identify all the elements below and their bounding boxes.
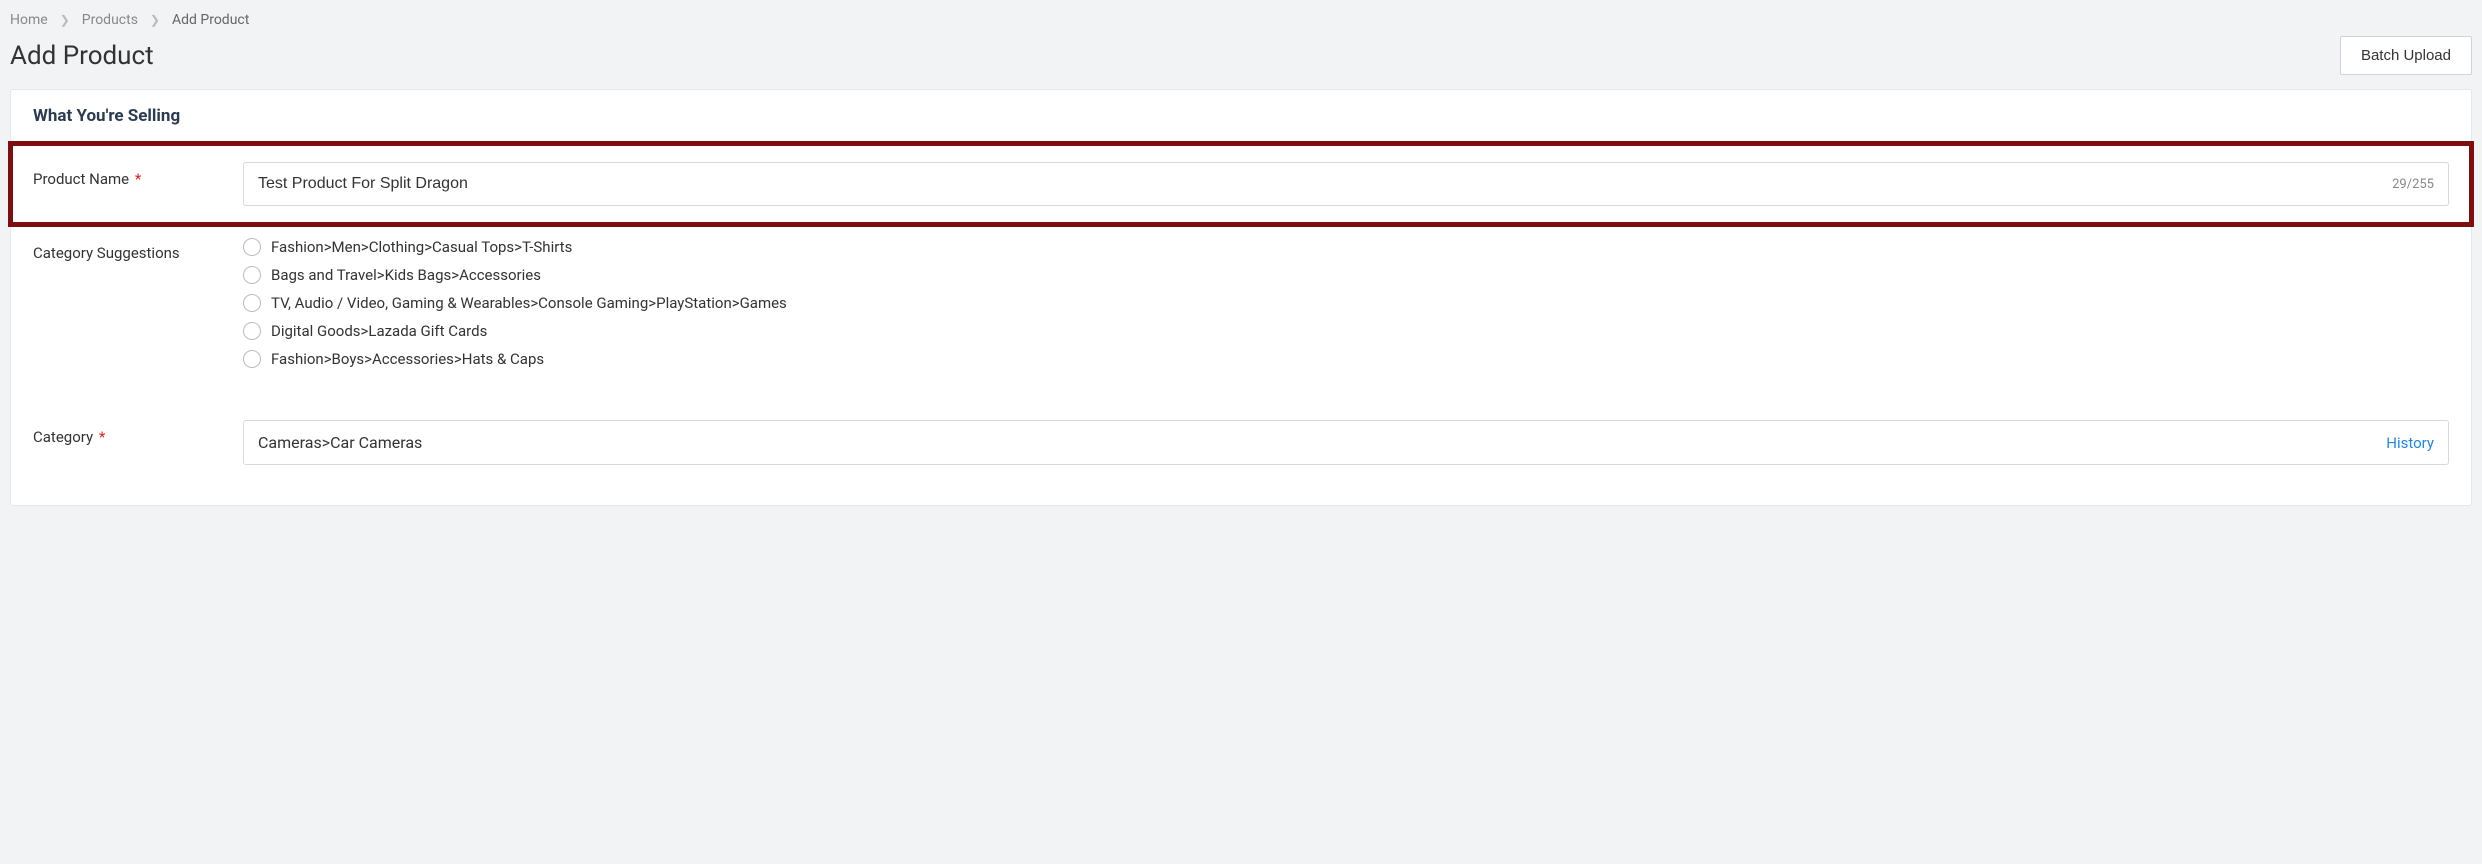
radio-icon: [243, 294, 261, 312]
category-suggestion-text: Digital Goods>Lazada Gift Cards: [271, 322, 487, 340]
category-suggestion-radio[interactable]: Bags and Travel>Kids Bags>Accessories: [243, 266, 2449, 284]
category-suggestion-radio[interactable]: Fashion>Men>Clothing>Casual Tops>T-Shirt…: [243, 238, 2449, 256]
radio-icon: [243, 350, 261, 368]
category-value: Cameras>Car Cameras: [244, 421, 2372, 464]
radio-icon: [243, 266, 261, 284]
product-name-row: Product Name * 29/255: [11, 144, 2471, 224]
category-suggestion-radio[interactable]: Digital Goods>Lazada Gift Cards: [243, 322, 2449, 340]
category-suggestions-label: Category Suggestions: [33, 236, 243, 262]
category-suggestion-radio[interactable]: TV, Audio / Video, Gaming & Wearables>Co…: [243, 294, 2449, 312]
product-name-char-count: 29/255: [2378, 177, 2448, 192]
history-link[interactable]: History: [2372, 434, 2448, 452]
product-name-input[interactable]: [244, 163, 2378, 205]
category-label-text: Category: [33, 428, 93, 446]
section-title: What You're Selling: [11, 90, 2471, 144]
breadcrumb-products[interactable]: Products: [82, 12, 138, 28]
breadcrumb-home[interactable]: Home: [10, 12, 48, 28]
category-suggestion-radio[interactable]: Fashion>Boys>Accessories>Hats & Caps: [243, 350, 2449, 368]
product-name-label-text: Product Name: [33, 170, 129, 188]
chevron-right-icon: ❯: [150, 13, 160, 27]
required-marker: *: [135, 170, 141, 188]
category-suggestion-text: Bags and Travel>Kids Bags>Accessories: [271, 266, 541, 284]
category-suggestion-text: Fashion>Boys>Accessories>Hats & Caps: [271, 350, 544, 368]
product-name-label: Product Name *: [33, 162, 243, 188]
page-title: Add Product: [10, 41, 154, 71]
what-youre-selling-panel: What You're Selling Product Name * 29/25…: [10, 89, 2472, 506]
category-suggestion-text: Fashion>Men>Clothing>Casual Tops>T-Shirt…: [271, 238, 572, 256]
product-name-input-wrap: 29/255: [243, 162, 2449, 206]
category-suggestions-row: Category Suggestions Fashion>Men>Clothin…: [33, 224, 2449, 380]
required-marker: *: [99, 428, 105, 446]
breadcrumb-add-product: Add Product: [172, 12, 249, 28]
category-suggestions-list: Fashion>Men>Clothing>Casual Tops>T-Shirt…: [243, 236, 2449, 368]
category-select[interactable]: Cameras>Car Cameras History: [243, 420, 2449, 465]
breadcrumb: Home ❯ Products ❯ Add Product: [10, 10, 2472, 32]
category-label: Category *: [33, 420, 243, 446]
category-row: Category * Cameras>Car Cameras History: [33, 408, 2449, 477]
batch-upload-button[interactable]: Batch Upload: [2340, 36, 2472, 75]
radio-icon: [243, 238, 261, 256]
radio-icon: [243, 322, 261, 340]
category-suggestion-text: TV, Audio / Video, Gaming & Wearables>Co…: [271, 294, 787, 312]
chevron-right-icon: ❯: [60, 13, 70, 27]
